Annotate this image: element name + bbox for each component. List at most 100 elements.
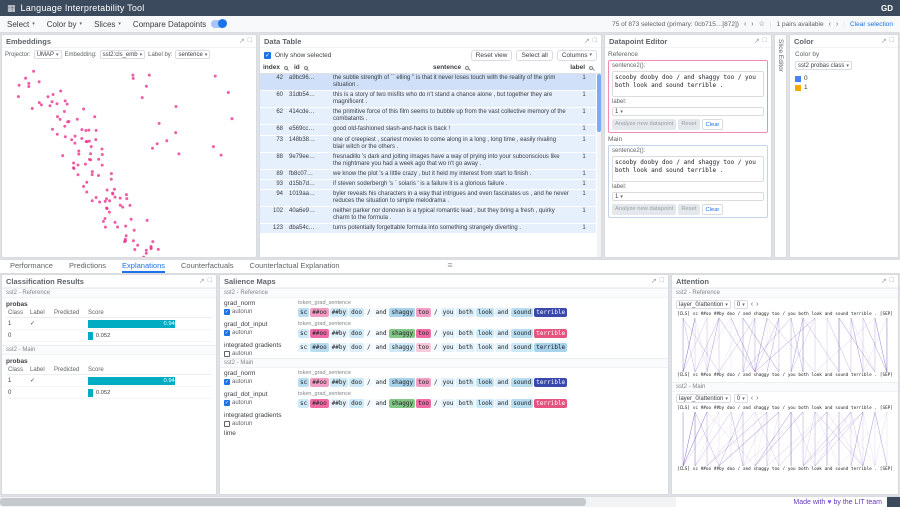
salience-token[interactable]: doo — [349, 343, 364, 352]
probas-row[interactable]: 1✓0.948 — [6, 318, 212, 330]
maximize-icon[interactable]: □ — [593, 37, 597, 45]
salience-token[interactable]: look — [476, 378, 494, 387]
checkbox-icon[interactable] — [224, 421, 230, 427]
label-by-select[interactable]: sentence▾ — [175, 50, 210, 59]
sentence2-input[interactable]: scooby dooby doo / and shaggy too / you … — [612, 71, 764, 97]
scrollbar-thumb[interactable] — [0, 498, 586, 506]
popout-icon[interactable]: ↗ — [199, 277, 205, 285]
salience-token[interactable]: and — [495, 378, 510, 387]
select-menu[interactable]: Select▾ — [7, 20, 35, 29]
salience-token[interactable]: sound — [511, 399, 533, 408]
salience-token[interactable]: and — [374, 308, 389, 317]
salience-token[interactable]: both — [456, 399, 474, 408]
maximize-icon[interactable]: □ — [208, 277, 212, 285]
salience-token[interactable]: you — [441, 343, 456, 352]
scrollbar-thumb[interactable] — [597, 74, 601, 132]
salience-token[interactable]: ##by — [330, 343, 348, 352]
salience-token[interactable]: both — [456, 308, 474, 317]
next-pair-icon[interactable]: › — [836, 21, 838, 28]
maximize-icon[interactable]: □ — [660, 277, 664, 285]
popout-icon[interactable]: ↗ — [651, 277, 657, 285]
salience-token[interactable]: ##by — [330, 399, 348, 408]
tab-predictions[interactable]: Predictions — [69, 260, 106, 273]
salience-token[interactable]: both — [456, 329, 474, 338]
column-header-sentence[interactable]: sentence — [335, 63, 567, 72]
attention-visualization[interactable]: [CLS]sc##oo##bydoo/andshaggytoo/youbothl… — [677, 406, 893, 472]
salience-token[interactable]: shaggy — [389, 343, 415, 352]
color-by-menu[interactable]: Color by▾ — [47, 20, 82, 29]
salience-token[interactable]: you — [441, 399, 456, 408]
attention-layer-select[interactable]: layer_0/attention▾ — [676, 300, 731, 309]
salience-token[interactable]: doo — [349, 329, 364, 338]
resize-handle-icon[interactable]: ≡ — [447, 260, 452, 270]
table-row[interactable]: 6031db54…this is a story of two misfits … — [260, 91, 596, 108]
clear-button[interactable]: Clear — [702, 204, 724, 215]
maximize-icon[interactable]: □ — [763, 37, 767, 45]
salience-token[interactable]: ##oo — [310, 308, 328, 317]
column-header-label[interactable]: label — [567, 63, 596, 72]
salience-token[interactable]: shaggy — [389, 378, 415, 387]
salience-token[interactable]: ##oo — [310, 329, 328, 338]
salience-token[interactable]: too — [416, 399, 431, 408]
maximize-icon[interactable]: □ — [890, 277, 894, 285]
search-icon[interactable] — [589, 66, 593, 70]
salience-token[interactable]: sc — [298, 399, 309, 408]
label-select[interactable]: 1▾ — [612, 107, 764, 116]
color-by-select[interactable]: sst2 probas class▾ — [795, 61, 852, 70]
salience-token[interactable]: ##by — [330, 308, 348, 317]
sentence2-input[interactable]: scooby dooby doo / and shaggy too / you … — [612, 156, 764, 182]
salience-token[interactable]: and — [374, 378, 389, 387]
salience-token[interactable]: and — [495, 343, 510, 352]
salience-token[interactable]: terrible — [534, 378, 567, 387]
salience-token[interactable]: look — [476, 343, 494, 352]
salience-token[interactable]: / — [432, 399, 440, 408]
autorun-checkbox[interactable]: autorun — [224, 421, 298, 427]
salience-token[interactable]: terrible — [534, 399, 567, 408]
table-row[interactable]: 62414cde…the primitive force of this fil… — [260, 108, 596, 125]
salience-token[interactable]: you — [441, 329, 456, 338]
salience-token[interactable]: / — [365, 378, 373, 387]
reset-view-button[interactable]: Reset view — [471, 50, 513, 61]
tab-counterfactual-explanation[interactable]: Counterfactual Explanation — [250, 260, 340, 273]
salience-token[interactable]: and — [374, 343, 389, 352]
search-icon[interactable] — [284, 66, 288, 70]
autorun-checkbox[interactable]: ✓autorun — [224, 400, 298, 406]
salience-token[interactable]: sound — [511, 329, 533, 338]
embedding-scatter-plot[interactable] — [2, 61, 256, 257]
salience-token[interactable]: terrible — [534, 308, 567, 317]
salience-token[interactable]: you — [441, 308, 456, 317]
salience-token[interactable]: doo — [349, 308, 364, 317]
column-header-index[interactable]: index — [260, 63, 291, 72]
search-icon[interactable] — [465, 66, 469, 70]
table-scrollbar[interactable] — [597, 74, 601, 257]
table-row[interactable]: 93d15b7d…if steven soderbergh 's ` solar… — [260, 180, 596, 190]
analyze-new-datapoint-button[interactable]: Analyze new datapoint — [612, 204, 676, 215]
maximize-icon[interactable]: □ — [248, 37, 252, 45]
salience-token[interactable]: terrible — [534, 343, 567, 352]
attention-head-select[interactable]: 0▾ — [734, 300, 748, 309]
tab-counterfactuals[interactable]: Counterfactuals — [181, 260, 234, 273]
salience-token[interactable]: / — [432, 308, 440, 317]
salience-token[interactable]: sc — [298, 378, 309, 387]
popout-icon[interactable]: ↗ — [881, 277, 887, 285]
salience-token[interactable]: ##oo — [310, 378, 328, 387]
table-row[interactable]: 123dba54c…turns potentially forgettable … — [260, 224, 596, 234]
maximize-icon[interactable]: □ — [890, 37, 894, 45]
select-all-button[interactable]: Select all — [516, 50, 552, 61]
salience-token[interactable]: shaggy — [389, 399, 415, 408]
salience-token[interactable]: / — [432, 378, 440, 387]
table-row[interactable]: 10240a6e9…neither parker nor donovan is … — [260, 207, 596, 224]
checkbox-icon[interactable]: ✓ — [224, 330, 230, 336]
salience-token[interactable]: terrible — [534, 329, 567, 338]
checkbox-icon[interactable]: ✓ — [224, 309, 230, 315]
salience-token[interactable]: doo — [349, 399, 364, 408]
reset-button[interactable]: Reset — [678, 119, 699, 130]
salience-token[interactable]: too — [416, 378, 431, 387]
reset-button[interactable]: Reset — [678, 204, 699, 215]
salience-token[interactable]: shaggy — [389, 329, 415, 338]
analyze-new-datapoint-button[interactable]: Analyze new datapoint — [612, 119, 676, 130]
salience-token[interactable]: look — [476, 399, 494, 408]
search-icon[interactable] — [304, 66, 308, 70]
only-show-selected-checkbox[interactable]: ✓ — [264, 52, 271, 59]
salience-token[interactable]: too — [416, 329, 431, 338]
